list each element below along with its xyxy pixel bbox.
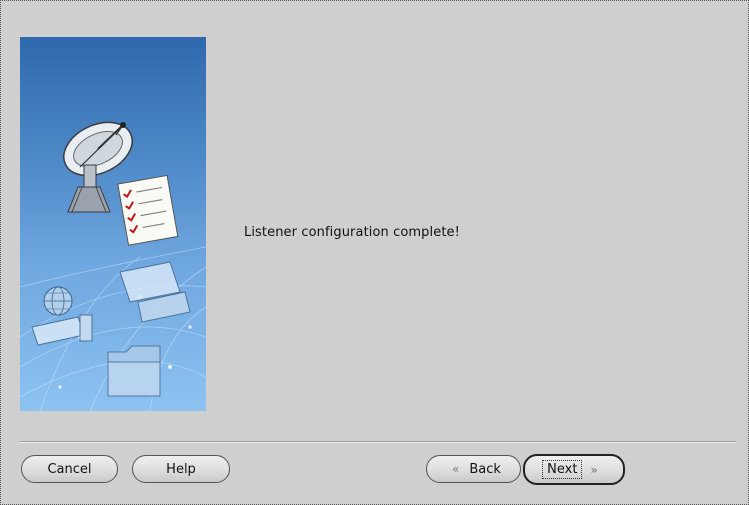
keyboard-icon: [119, 261, 191, 323]
next-button-label: Next: [542, 460, 583, 479]
network-illustration: [20, 121, 206, 411]
wizard-window: Listener configuration complete! Cancel …: [0, 0, 749, 505]
help-button-label: Help: [166, 461, 196, 477]
device-card-icon: [31, 314, 93, 346]
cancel-button[interactable]: Cancel: [21, 455, 118, 483]
folder-icon: [107, 345, 161, 397]
wizard-side-illustration: [20, 37, 206, 411]
cancel-button-label: Cancel: [47, 461, 92, 477]
next-button[interactable]: Next »: [523, 454, 625, 485]
chevron-left-icon: «: [452, 462, 460, 476]
completion-message: Listener configuration complete!: [244, 225, 460, 240]
globe-icon: [43, 286, 73, 316]
button-bar-divider: [20, 441, 736, 443]
checklist-document-icon: [117, 174, 179, 246]
chevron-right-icon: »: [590, 462, 598, 477]
back-button-label: Back: [469, 461, 501, 477]
help-button[interactable]: Help: [132, 455, 230, 483]
back-button[interactable]: « Back: [426, 455, 521, 483]
